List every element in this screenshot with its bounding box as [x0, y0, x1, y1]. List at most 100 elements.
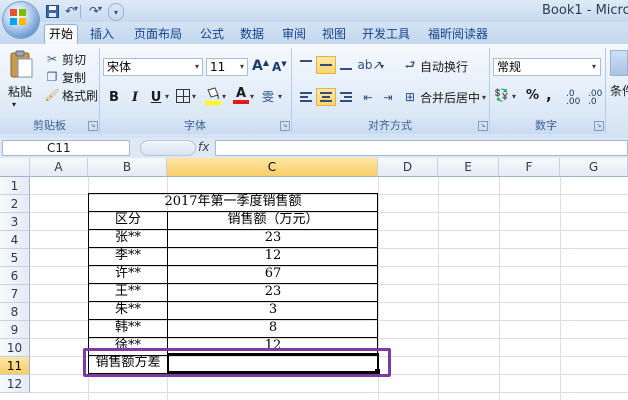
row-header-6[interactable]: 6 — [0, 267, 30, 285]
customize-qat-icon[interactable]: ▾ — [108, 3, 124, 21]
percent-button[interactable]: % — [526, 88, 539, 103]
row-header-12[interactable]: 12 — [0, 375, 30, 393]
sheet-title-cell[interactable]: 2017年第一季度销售额 — [89, 193, 377, 211]
underline-dropdown-icon[interactable]: ▾ — [165, 92, 169, 101]
row-header-10[interactable]: 10 — [0, 339, 30, 357]
phonetic-icon[interactable]: 雯 — [262, 88, 274, 105]
number-format-box[interactable]: 常规 — [493, 58, 601, 76]
formula-input[interactable] — [215, 140, 628, 156]
align-left-icon[interactable] — [296, 88, 316, 106]
value-cell[interactable]: 3 — [168, 301, 378, 319]
column-header-a[interactable]: A — [30, 158, 88, 177]
tab-developer[interactable]: 开发工具 — [358, 25, 414, 43]
clipboard-launcher-icon[interactable]: ↘ — [88, 121, 98, 131]
name-cell[interactable]: 李** — [89, 247, 167, 265]
border-icon[interactable] — [176, 89, 190, 103]
tab-view[interactable]: 视图 — [318, 25, 350, 43]
paste-icon[interactable] — [8, 50, 34, 80]
column-header-f[interactable]: F — [499, 158, 560, 177]
select-all-corner[interactable] — [0, 158, 30, 177]
paste-dropdown-icon[interactable]: ▾ — [12, 100, 16, 109]
font-color-dropdown-icon[interactable]: ▾ — [250, 92, 254, 101]
number-launcher-icon[interactable]: ↘ — [594, 121, 604, 131]
underline-button[interactable]: U — [146, 88, 166, 106]
font-launcher-icon[interactable]: ↘ — [280, 121, 290, 131]
bold-button[interactable]: B — [104, 88, 124, 106]
format-painter-button[interactable]: 🖌 格式刷 — [44, 86, 98, 104]
value-cell[interactable]: 23 — [168, 229, 378, 247]
border-dropdown-icon[interactable]: ▾ — [192, 92, 196, 101]
decrease-decimal-icon[interactable]: .00.0 — [588, 90, 602, 107]
column-header-e[interactable]: E — [438, 158, 499, 177]
name-cell[interactable]: 韩** — [89, 319, 167, 337]
row-header-11[interactable]: 11 — [0, 357, 30, 375]
row-header-8[interactable]: 8 — [0, 303, 30, 321]
conditional-format-icon[interactable] — [610, 50, 628, 76]
decrease-indent-icon[interactable]: ⇤ — [358, 88, 378, 106]
paste-button[interactable]: 粘贴 — [8, 82, 32, 100]
conditional-format-button[interactable]: 条件 — [610, 82, 628, 99]
row-header-3[interactable]: 3 — [0, 213, 30, 231]
row-header-1[interactable]: 1 — [0, 177, 30, 195]
row-header-4[interactable]: 4 — [0, 231, 30, 249]
align-center-icon[interactable] — [316, 88, 336, 106]
phonetic-dropdown-icon[interactable]: ▾ — [278, 92, 282, 101]
increase-decimal-icon[interactable]: .0.00 — [566, 90, 580, 107]
insert-function-icon[interactable]: fx — [198, 140, 209, 154]
align-bottom-icon[interactable] — [336, 56, 356, 74]
copy-button[interactable]: ❐ 复制 — [44, 68, 86, 86]
value-cell[interactable]: 67 — [168, 265, 378, 283]
tab-home[interactable]: 开始 — [44, 24, 79, 45]
tab-review[interactable]: 审阅 — [278, 25, 310, 43]
save-icon[interactable] — [44, 3, 60, 19]
tab-page-layout[interactable]: 页面布局 — [130, 25, 186, 43]
wrap-text-button[interactable]: ⮐ 自动换行 — [402, 57, 468, 75]
cut-button[interactable]: ✂ 剪切 — [44, 50, 86, 68]
alignment-launcher-icon[interactable]: ↘ — [478, 121, 488, 131]
align-middle-icon[interactable] — [316, 56, 336, 74]
currency-icon[interactable]: 💱 — [494, 88, 509, 102]
decrease-font-icon[interactable]: A▼ — [272, 60, 287, 74]
fill-color-icon[interactable] — [204, 86, 222, 106]
fill-color-dropdown-icon[interactable]: ▾ — [222, 92, 226, 101]
column-header-g[interactable]: G — [560, 158, 628, 177]
undo-dropdown-icon[interactable]: ▾ — [74, 4, 78, 13]
name-cell[interactable]: 王** — [89, 283, 167, 301]
row-header-7[interactable]: 7 — [0, 285, 30, 303]
value-cell[interactable]: 12 — [168, 247, 378, 265]
currency-dropdown-icon[interactable]: ▾ — [512, 92, 516, 101]
increase-font-icon[interactable]: A▲ — [252, 58, 269, 74]
column-header-b[interactable]: B — [88, 158, 167, 177]
row-header-2[interactable]: 2 — [0, 195, 30, 213]
tab-data[interactable]: 数据 — [236, 25, 268, 43]
increase-indent-icon[interactable]: ⇥ — [378, 88, 398, 106]
redo-dropdown-icon[interactable]: ▾ — [98, 4, 102, 13]
row-header-5[interactable]: 5 — [0, 249, 30, 267]
header-area-cell[interactable]: 区分 — [89, 211, 167, 229]
align-right-icon[interactable] — [336, 88, 356, 106]
row-header-9[interactable]: 9 — [0, 321, 30, 339]
name-cell[interactable]: 朱** — [89, 301, 167, 319]
tab-insert[interactable]: 插入 — [86, 25, 118, 43]
font-color-icon[interactable]: A — [233, 86, 249, 106]
column-header-d[interactable]: D — [378, 158, 438, 177]
tab-foxit-reader[interactable]: 福昕阅读器 — [424, 25, 492, 43]
comma-button[interactable]: , — [546, 86, 552, 104]
font-size-dropdown-icon[interactable]: ▾ — [240, 62, 244, 71]
value-cell[interactable]: 8 — [168, 319, 378, 337]
align-top-icon[interactable] — [296, 56, 316, 74]
merge-center-button[interactable]: ⊞ 合并后居中 ▾ — [402, 88, 486, 106]
header-sales-cell[interactable]: 销售额（万元） — [168, 211, 378, 229]
font-name-dropdown-icon[interactable]: ▾ — [195, 62, 199, 71]
name-box[interactable]: C11 — [2, 140, 130, 156]
tab-formulas[interactable]: 公式 — [196, 25, 228, 43]
name-cell[interactable]: 许** — [89, 265, 167, 283]
orientation-icon[interactable]: ab↗ — [357, 56, 382, 74]
number-format-dropdown-icon[interactable]: ▾ — [592, 62, 596, 71]
italic-button[interactable]: I — [125, 88, 145, 106]
value-cell[interactable]: 23 — [168, 283, 378, 301]
column-header-c[interactable]: C — [167, 158, 378, 177]
orientation-dropdown-icon[interactable]: ▾ — [380, 62, 384, 71]
name-cell[interactable]: 张** — [89, 229, 167, 247]
merge-dropdown-icon[interactable]: ▾ — [482, 93, 486, 102]
